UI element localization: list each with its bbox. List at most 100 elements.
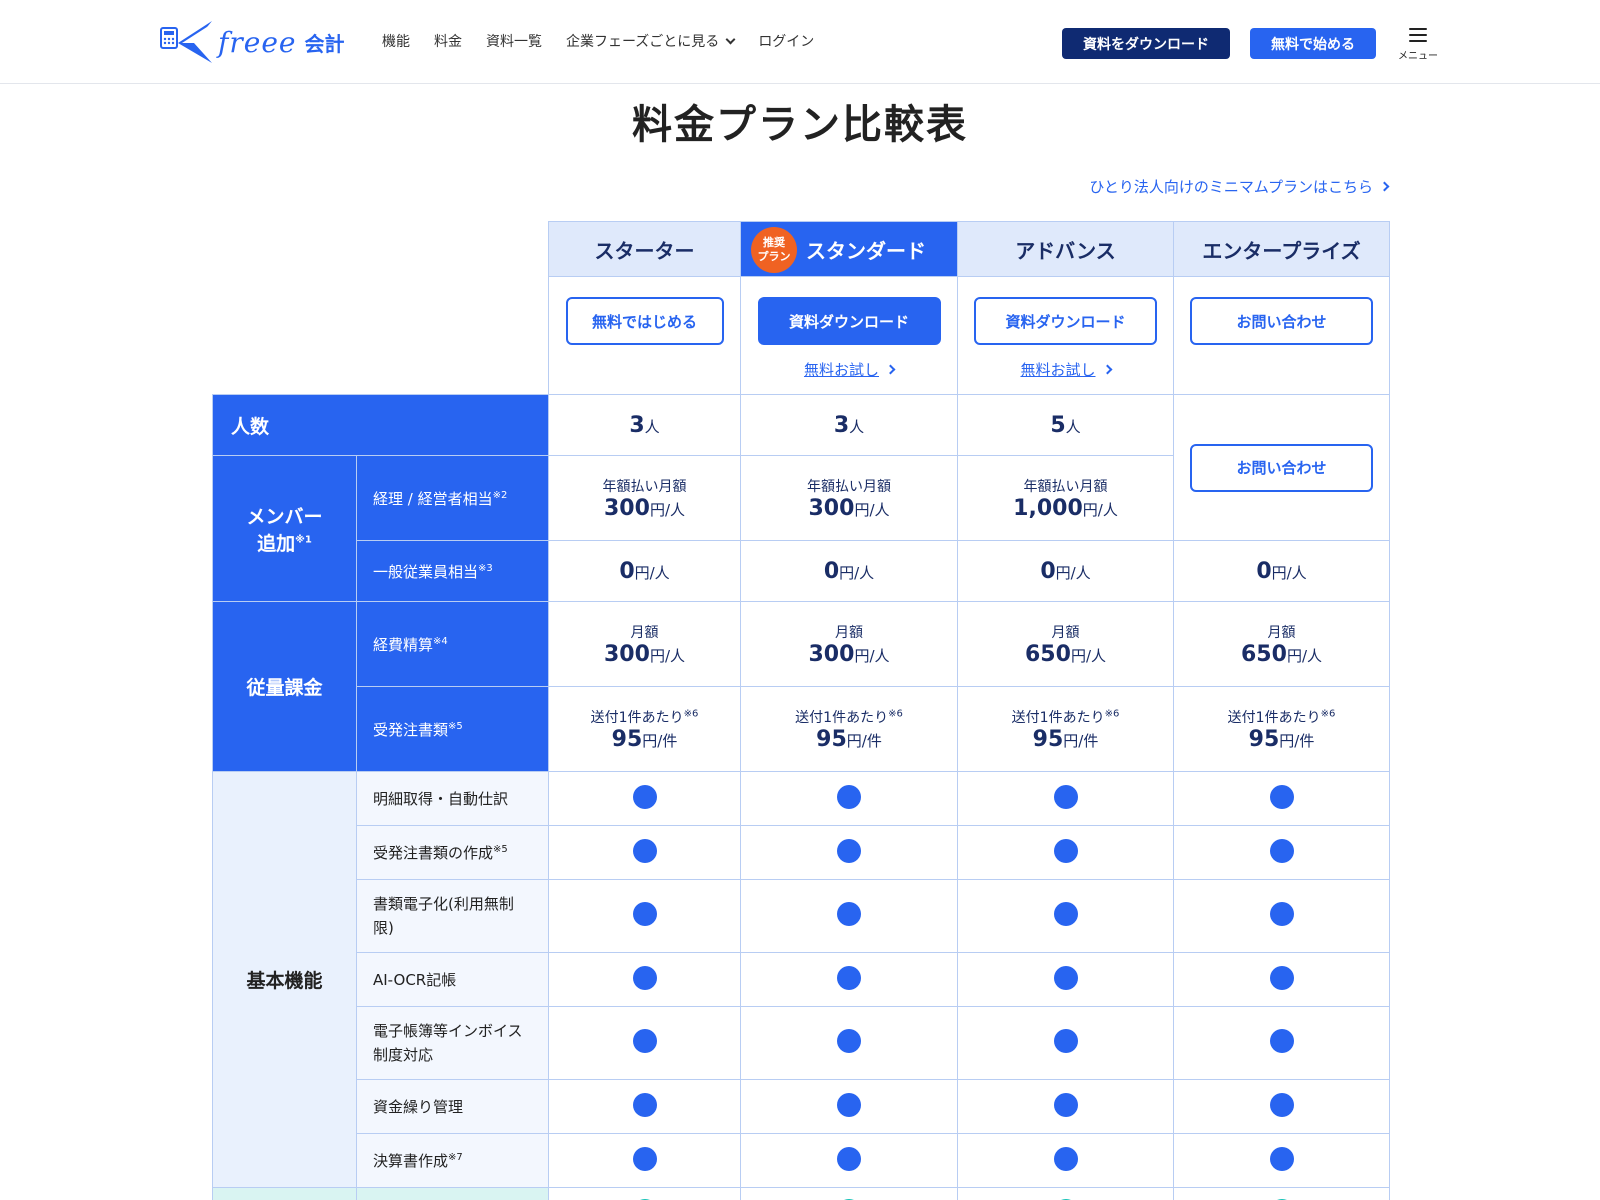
- expense-label: 経費精算: [373, 635, 434, 654]
- main-nav: 機能 料金 資料一覧 企業フェーズごとに見る ログイン: [382, 31, 814, 51]
- included-dot-icon: [632, 1092, 657, 1117]
- row-group-basic: 基本機能: [212, 771, 357, 1188]
- menu-label: メニュー: [1398, 51, 1438, 62]
- included-dot-icon: [1053, 838, 1078, 863]
- price-unit: 円/件: [1063, 731, 1099, 750]
- included-dot-icon: [632, 838, 657, 863]
- price-unit: 円/人: [839, 563, 875, 582]
- site-header: freee 会計 機能 料金 資料一覧 企業フェーズごとに見る ログイン 資料を…: [0, 0, 1600, 84]
- expense-standard: 月額 300円/人: [740, 601, 958, 687]
- standard-trial-link[interactable]: 無料お試し: [804, 359, 896, 380]
- nav-documents[interactable]: 資料一覧: [486, 31, 542, 51]
- price-prefix: 年額払い月額: [1023, 478, 1108, 495]
- price-unit: 円/件: [642, 731, 678, 750]
- people-member-enterprise: お問い合わせ: [1173, 394, 1390, 541]
- member-note: ※1: [295, 534, 312, 546]
- general-note: ※3: [478, 562, 493, 574]
- price-prefix: 月額: [630, 624, 659, 641]
- price-unit: 円/件: [1279, 731, 1315, 750]
- price-value: 0: [1256, 558, 1272, 584]
- orders-enterprise: 送付1件あたり※6 95円/件: [1173, 686, 1390, 772]
- included-dot-icon: [632, 965, 657, 990]
- nav-pricing[interactable]: 料金: [434, 31, 462, 51]
- row-label-general: 一般従業員相当※3: [356, 540, 549, 602]
- included-dot-icon: [837, 1092, 861, 1117]
- freee-logo[interactable]: freee 会計: [160, 18, 344, 66]
- general-label: 一般従業員相当: [373, 562, 479, 581]
- logo-suffix: 会計: [304, 31, 345, 56]
- included-dot-icon: [1053, 1029, 1078, 1053]
- download-materials-button[interactable]: 資料をダウンロード: [1062, 28, 1230, 59]
- included-dot-icon: [837, 1029, 861, 1053]
- included-dot-icon: [632, 784, 657, 809]
- price-prefix-note: ※6: [1320, 707, 1336, 719]
- included-dot-icon: [837, 838, 861, 863]
- row-group-member: メンバー 追加※1: [212, 455, 357, 602]
- standard-download-button[interactable]: 資料ダウンロード: [757, 297, 941, 345]
- feature-name: 電子帳簿等インボイス制度対応: [373, 1022, 523, 1064]
- advance-trial-label: 無料お試し: [1020, 361, 1096, 379]
- start-free-plan-button[interactable]: 無料ではじめる: [565, 297, 724, 345]
- feature-label: 受発注書類の作成※5: [356, 825, 549, 880]
- accounting-advance: 年額払い月額 1,000円/人: [957, 455, 1174, 541]
- price-value: 1,000: [1013, 495, 1083, 521]
- feature-name: 資金繰り管理: [373, 1097, 464, 1116]
- people-starter: 3人: [548, 394, 741, 456]
- general-starter: 0円/人: [548, 540, 741, 602]
- price-prefix: 送付1件あたり: [1227, 709, 1321, 726]
- expense-starter: 月額 300円/人: [548, 601, 741, 687]
- feature-label: 電子帳簿等インボイス制度対応: [356, 1006, 549, 1080]
- cta-cell-advance: 資料ダウンロード 無料お試し: [957, 276, 1174, 395]
- price-unit: 円/人: [634, 563, 670, 582]
- accounting-note: ※2: [492, 489, 508, 501]
- included-dot-icon: [632, 902, 657, 926]
- nav-company-phase[interactable]: 企業フェーズごとに見る: [566, 31, 736, 51]
- nav-features[interactable]: 機能: [382, 31, 410, 51]
- feature-name: 書類電子化(利用無制限): [373, 895, 514, 937]
- included-dot-icon: [837, 784, 861, 809]
- minimum-plan-link[interactable]: ひとり法人向けのミニマムプランはこちら: [1089, 176, 1390, 197]
- accounting-standard: 年額払い月額 300円/人: [740, 455, 958, 541]
- advance-trial-link[interactable]: 無料お試し: [1020, 359, 1112, 380]
- feature-label: 書類電子化(利用無制限): [356, 879, 549, 953]
- chevron-down-icon: [725, 34, 736, 44]
- price-unit: 円/件: [846, 731, 882, 750]
- price-unit: 円/人: [1070, 646, 1106, 665]
- next-feature-label: [356, 1187, 549, 1200]
- price-prefix: 月額: [1267, 624, 1296, 641]
- menu-button[interactable]: メニュー: [1396, 28, 1440, 64]
- row-label-expense: 経費精算※4: [356, 601, 549, 687]
- recommended-badge: 推奨 プラン: [751, 227, 797, 273]
- people-value: 3: [833, 412, 850, 438]
- hamburger-icon: [1409, 28, 1427, 42]
- price-prefix: 月額: [1051, 624, 1080, 641]
- included-dot-icon: [1269, 1146, 1294, 1171]
- price-prefix-note: ※6: [683, 707, 699, 719]
- orders-standard: 送付1件あたり※6 95円/件: [740, 686, 958, 772]
- people-standard: 3人: [740, 394, 958, 456]
- chevron-right-icon: [1379, 181, 1390, 192]
- feature-name: 決算書作成: [373, 1151, 449, 1170]
- price-prefix: 年額払い月額: [807, 478, 891, 495]
- price-unit: 円/人: [1271, 563, 1307, 582]
- start-free-button[interactable]: 無料で始める: [1250, 28, 1376, 59]
- general-standard: 0円/人: [740, 540, 958, 602]
- price-value: 95: [1248, 726, 1280, 752]
- included-dot-icon: [837, 902, 861, 926]
- advance-download-button[interactable]: 資料ダウンロード: [974, 297, 1157, 345]
- next-group-label: [212, 1187, 357, 1200]
- included-dot-icon: [1053, 1092, 1078, 1117]
- people-unit: 人: [1065, 417, 1081, 436]
- enterprise-contact-button-2[interactable]: お問い合わせ: [1190, 443, 1373, 492]
- calculator-plane-icon: [160, 21, 212, 63]
- orders-starter: 送付1件あたり※6 95円/件: [548, 686, 741, 772]
- enterprise-contact-button[interactable]: お問い合わせ: [1190, 297, 1373, 345]
- nav-login[interactable]: ログイン: [758, 31, 814, 51]
- cta-cell-enterprise: お問い合わせ: [1173, 276, 1390, 395]
- expense-enterprise: 月額 650円/人: [1173, 601, 1390, 687]
- people-advance: 5人: [957, 394, 1174, 456]
- price-value: 300: [604, 495, 650, 521]
- price-value: 300: [808, 495, 855, 521]
- cta-cell-starter: 無料ではじめる: [548, 276, 741, 395]
- price-unit: 円/人: [854, 646, 890, 665]
